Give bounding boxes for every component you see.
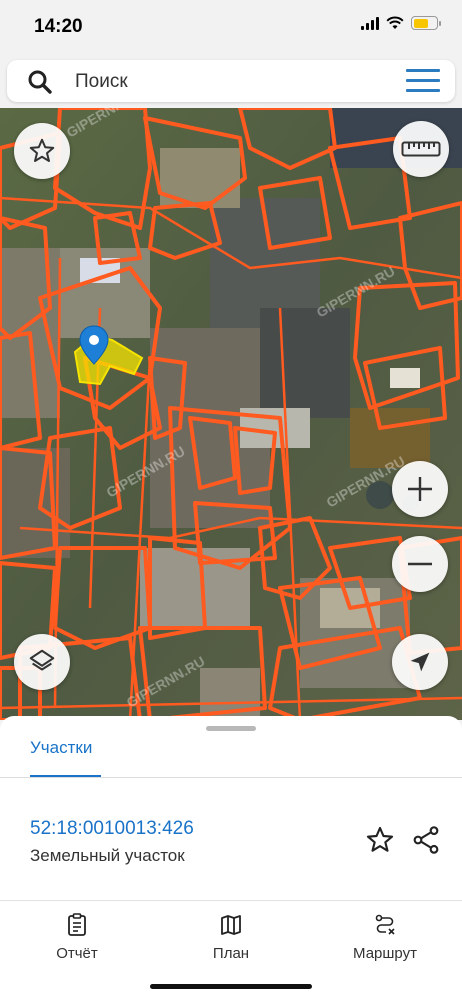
layers-icon xyxy=(29,649,55,671)
ruler-icon xyxy=(401,141,441,157)
minus-icon xyxy=(408,562,432,566)
tab-parcels[interactable]: Участки xyxy=(30,738,92,758)
search-bar[interactable]: Поиск xyxy=(7,60,455,102)
status-bar: 14:20 xyxy=(0,0,462,56)
nav-plan-label: План xyxy=(212,945,250,962)
map-view[interactable]: GIPERNN.RU GIPERNN.RU GIPERNN.RU GIPERNN… xyxy=(0,108,462,720)
zoom-in-button[interactable] xyxy=(392,461,448,517)
zoom-out-button[interactable] xyxy=(392,536,448,592)
wifi-icon xyxy=(386,16,404,29)
nav-report-label: Отчёт xyxy=(56,945,98,962)
layers-button[interactable] xyxy=(14,634,70,690)
search-icon xyxy=(28,70,52,94)
ruler-button[interactable] xyxy=(393,121,449,177)
search-input[interactable]: Поиск xyxy=(75,71,128,93)
favorite-parcel-button[interactable] xyxy=(364,824,398,858)
cellular-signal-icon xyxy=(361,16,379,30)
status-icons xyxy=(361,16,441,30)
parcel-cadastral-number[interactable]: 52:18:0010013:426 xyxy=(30,818,194,840)
nav-route[interactable]: Маршрут xyxy=(325,913,445,962)
star-icon xyxy=(366,826,394,852)
nav-route-label: Маршрут xyxy=(353,945,417,962)
share-icon xyxy=(413,826,439,854)
nav-plan[interactable]: План xyxy=(171,913,291,962)
home-indicator[interactable] xyxy=(150,984,312,989)
locate-button[interactable] xyxy=(392,634,448,690)
navigation-arrow-icon xyxy=(410,652,430,672)
map-plan-icon xyxy=(221,915,241,935)
divider xyxy=(0,777,462,778)
parcel-type: Земельный участок xyxy=(30,846,185,865)
route-icon xyxy=(375,914,395,935)
battery-icon xyxy=(411,16,441,30)
sheet-grabber[interactable] xyxy=(206,726,256,731)
status-time: 14:20 xyxy=(34,16,83,37)
plus-icon xyxy=(408,477,432,501)
share-button[interactable] xyxy=(410,824,444,858)
nav-report[interactable]: Отчёт xyxy=(17,913,137,962)
star-icon xyxy=(29,138,55,162)
satellite-map[interactable]: GIPERNN.RU GIPERNN.RU GIPERNN.RU GIPERNN… xyxy=(0,108,462,720)
favorites-button[interactable] xyxy=(14,123,70,179)
menu-icon[interactable] xyxy=(406,69,440,93)
report-icon xyxy=(68,913,86,936)
